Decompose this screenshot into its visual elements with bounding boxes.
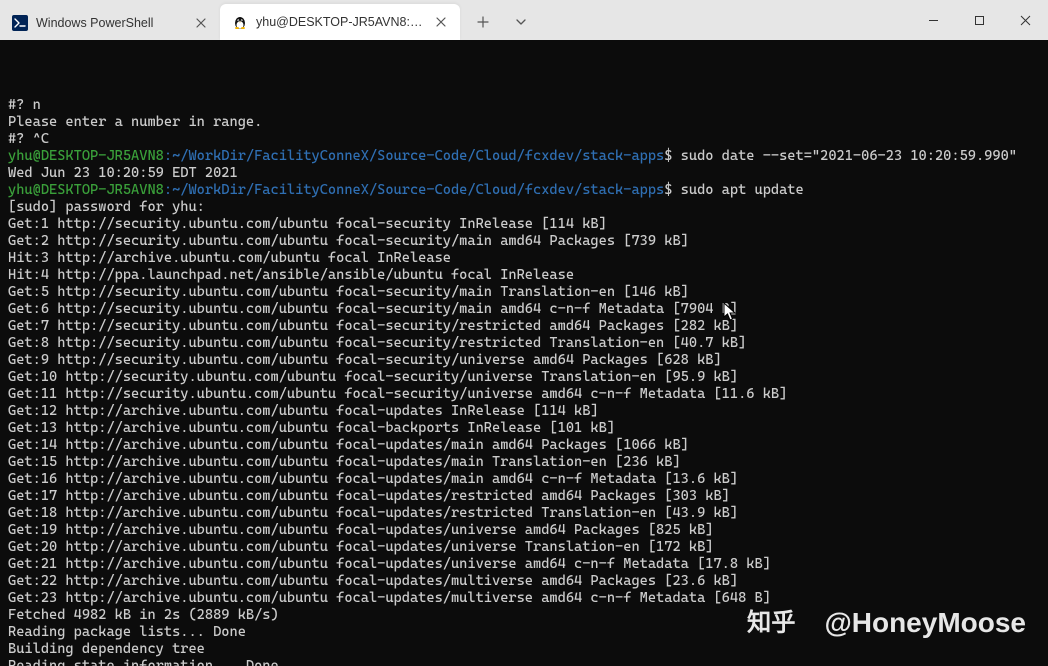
titlebar-drag-region[interactable] <box>538 0 910 40</box>
terminal-line: [sudo] password for yhu: <box>8 199 1040 216</box>
terminal-line: Wed Jun 23 10:20:59 EDT 2021 <box>8 165 1040 182</box>
tab-dropdown-button[interactable] <box>504 5 538 39</box>
terminal-line: #? ^C <box>8 131 1040 148</box>
titlebar: Windows PowerShell yhu@DESKTOP-JR5AVN8: … <box>0 0 1048 40</box>
tab-label: Windows PowerShell <box>36 16 184 30</box>
terminal-line: Get:11 http://security.ubuntu.com/ubuntu… <box>8 386 1040 403</box>
tab-powershell[interactable]: Windows PowerShell <box>0 6 220 40</box>
terminal-line: Get:8 http://security.ubuntu.com/ubuntu … <box>8 335 1040 352</box>
maximize-button[interactable] <box>956 0 1002 40</box>
terminal-line: Get:6 http://security.ubuntu.com/ubuntu … <box>8 301 1040 318</box>
terminal-line: Hit:3 http://archive.ubuntu.com/ubuntu f… <box>8 250 1040 267</box>
terminal-line: Get:5 http://security.ubuntu.com/ubuntu … <box>8 284 1040 301</box>
tab-label: yhu@DESKTOP-JR5AVN8: ~/Wo <box>256 15 424 29</box>
tab-actions <box>460 0 538 40</box>
terminal-viewport[interactable]: #? nPlease enter a number in range.#? ^C… <box>0 40 1048 666</box>
terminal-line: Get:9 http://security.ubuntu.com/ubuntu … <box>8 352 1040 369</box>
tab-close-icon[interactable] <box>192 14 210 32</box>
terminal-line: Get:21 http://archive.ubuntu.com/ubuntu … <box>8 556 1040 573</box>
terminal-line: Get:14 http://archive.ubuntu.com/ubuntu … <box>8 437 1040 454</box>
terminal-line: Get:17 http://archive.ubuntu.com/ubuntu … <box>8 488 1040 505</box>
terminal-line: Get:20 http://archive.ubuntu.com/ubuntu … <box>8 539 1040 556</box>
terminal-line: Get:7 http://security.ubuntu.com/ubuntu … <box>8 318 1040 335</box>
new-tab-button[interactable] <box>466 5 500 39</box>
minimize-button[interactable] <box>910 0 956 40</box>
terminal-line: Get:1 http://security.ubuntu.com/ubuntu … <box>8 216 1040 233</box>
tab-strip: Windows PowerShell yhu@DESKTOP-JR5AVN8: … <box>0 0 460 40</box>
terminal-line: Reading package lists... Done <box>8 624 1040 641</box>
terminal-line: yhu@DESKTOP-JR5AVN8:~/WorkDir/FacilityCo… <box>8 148 1040 165</box>
window-close-button[interactable] <box>1002 0 1048 40</box>
tab-wsl[interactable]: yhu@DESKTOP-JR5AVN8: ~/Wo <box>220 4 460 40</box>
tab-close-icon[interactable] <box>432 13 450 31</box>
terminal-line: Get:13 http://archive.ubuntu.com/ubuntu … <box>8 420 1040 437</box>
terminal-line: #? n <box>8 97 1040 114</box>
terminal-line: Get:2 http://security.ubuntu.com/ubuntu … <box>8 233 1040 250</box>
terminal-line: Building dependency tree <box>8 641 1040 658</box>
terminal-line: Reading state information... Done <box>8 658 1040 666</box>
terminal-line: Get:16 http://archive.ubuntu.com/ubuntu … <box>8 471 1040 488</box>
tux-icon <box>232 14 248 30</box>
window-controls <box>910 0 1048 40</box>
terminal-line: Fetched 4982 kB in 2s (2889 kB/s) <box>8 607 1040 624</box>
terminal-line: Get:18 http://archive.ubuntu.com/ubuntu … <box>8 505 1040 522</box>
terminal-line: Get:15 http://archive.ubuntu.com/ubuntu … <box>8 454 1040 471</box>
terminal-line: Get:23 http://archive.ubuntu.com/ubuntu … <box>8 590 1040 607</box>
terminal-line: Get:10 http://security.ubuntu.com/ubuntu… <box>8 369 1040 386</box>
terminal-line: Get:22 http://archive.ubuntu.com/ubuntu … <box>8 573 1040 590</box>
terminal-line: Please enter a number in range. <box>8 114 1040 131</box>
terminal-line: yhu@DESKTOP-JR5AVN8:~/WorkDir/FacilityCo… <box>8 182 1040 199</box>
terminal-line: Get:12 http://archive.ubuntu.com/ubuntu … <box>8 403 1040 420</box>
terminal-line: Get:19 http://archive.ubuntu.com/ubuntu … <box>8 522 1040 539</box>
powershell-icon <box>12 15 28 31</box>
terminal-line: Hit:4 http://ppa.launchpad.net/ansible/a… <box>8 267 1040 284</box>
